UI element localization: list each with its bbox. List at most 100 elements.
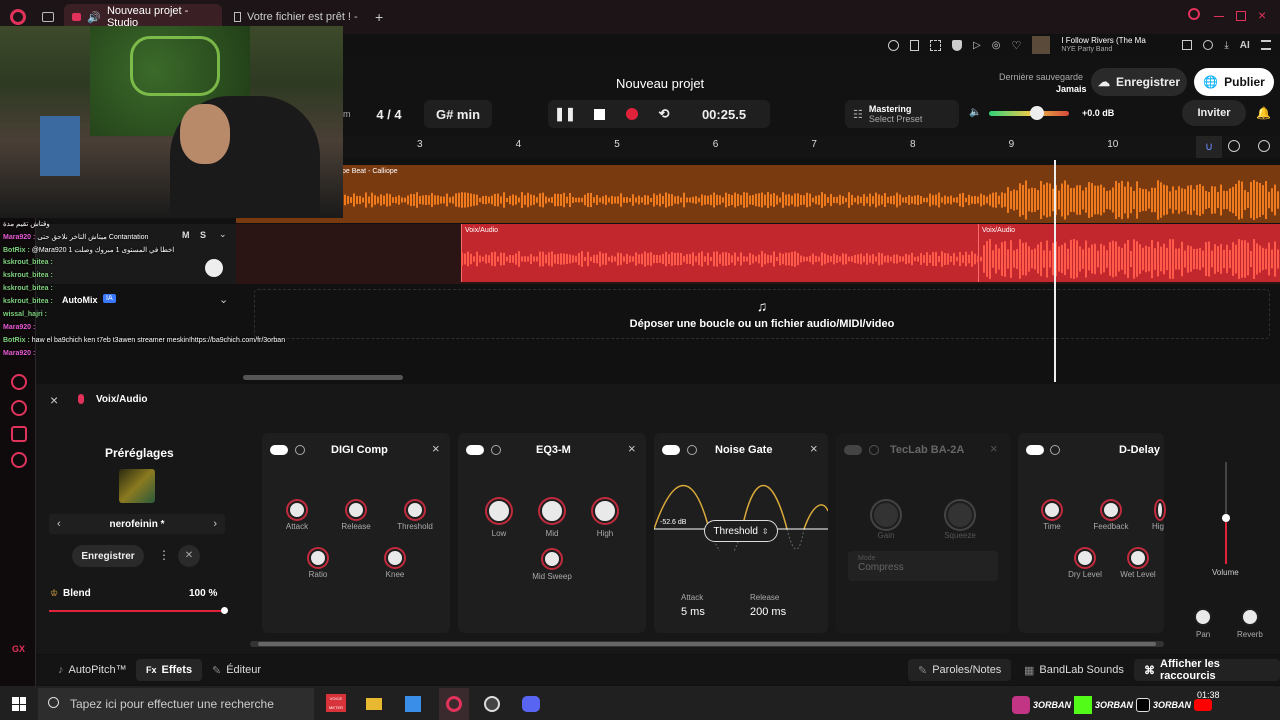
next-preset-icon[interactable]: ›	[213, 518, 217, 530]
stop-button[interactable]	[582, 108, 616, 120]
volume-speaker-icon[interactable]: 🔈	[969, 107, 981, 118]
feedback-knob[interactable]	[1102, 501, 1120, 519]
tab-bandlab-sounds[interactable]: ▦ BandLab Sounds	[1014, 659, 1134, 681]
bpm-suffix[interactable]: m	[343, 109, 351, 119]
horizontal-scrollbar[interactable]	[243, 375, 403, 380]
mastering-button[interactable]: ☷ Mastering Select Preset	[845, 100, 959, 128]
pin-icon[interactable]	[910, 39, 919, 51]
time-signature[interactable]: 4 / 4	[360, 100, 418, 128]
save-button[interactable]: ☁ Enregistrer	[1091, 68, 1187, 96]
pan-knob[interactable]	[1194, 608, 1212, 626]
taskbar-search[interactable]: Tapez ici pour effectuer une recherche	[38, 688, 314, 720]
remove-effect-icon[interactable]: ×	[990, 441, 998, 456]
attack-knob[interactable]	[288, 501, 306, 519]
master-volume-slider[interactable]	[989, 106, 1069, 120]
magnet-icon[interactable]: ∪	[1196, 136, 1222, 158]
mute-button[interactable]: M	[182, 230, 190, 240]
volume-fader-handle[interactable]	[1222, 514, 1230, 522]
voice-track-lane[interactable]: Voix/Audio Voix/Audio	[236, 224, 1280, 284]
dry-level-knob[interactable]	[1076, 549, 1094, 567]
reset-icon[interactable]: ✕	[178, 545, 200, 567]
attack-value[interactable]: 5 ms	[681, 606, 705, 618]
mode-dropdown[interactable]: Mode Compress	[848, 551, 998, 581]
remove-effect-icon[interactable]: ×	[432, 441, 440, 456]
squeeze-knob[interactable]	[946, 501, 974, 529]
invite-button[interactable]: Inviter	[1182, 100, 1246, 126]
high-knob[interactable]	[1156, 501, 1164, 519]
opera-gx-taskbar-icon[interactable]	[439, 688, 469, 720]
show-shortcuts-button[interactable]: ⌘ Afficher les raccourcis	[1134, 658, 1280, 682]
loop-button[interactable]: ⟲	[648, 106, 680, 122]
remove-effect-icon[interactable]: ×	[628, 441, 636, 456]
info-icon[interactable]	[491, 445, 501, 455]
automix-expand-icon[interactable]: ⌄	[219, 293, 228, 306]
master-volume-handle[interactable]	[1030, 106, 1044, 120]
voicemeeter-icon[interactable]: VOICE METER	[326, 694, 346, 712]
sidebar-extensions-icon[interactable]	[11, 426, 27, 442]
teclab-toggle[interactable]	[844, 445, 862, 455]
playhead[interactable]	[1054, 160, 1056, 382]
digi-comp-toggle[interactable]	[270, 445, 288, 455]
close-panel-icon[interactable]: ×	[50, 392, 58, 408]
sidebar-settings-icon[interactable]	[11, 452, 27, 468]
maximize-icon[interactable]	[1236, 11, 1246, 21]
notifications-icon[interactable]: 🔔	[1256, 106, 1271, 120]
record-button[interactable]	[616, 108, 648, 120]
ratio-knob[interactable]	[309, 549, 327, 567]
download-icon[interactable]: ⤓	[1224, 40, 1228, 51]
low-knob[interactable]	[487, 499, 511, 523]
zoom-icon[interactable]	[888, 39, 899, 51]
publish-button[interactable]: 🌐 Publier	[1194, 68, 1274, 96]
discord-icon[interactable]	[522, 696, 540, 712]
screenshot-icon[interactable]	[930, 39, 941, 51]
wet-level-knob[interactable]	[1129, 549, 1147, 567]
preset-selector[interactable]: ‹ nerofeinin * ›	[49, 514, 225, 534]
reverb-knob[interactable]	[1241, 608, 1259, 626]
preset-save-button[interactable]: Enregistrer	[72, 545, 144, 567]
file-explorer-icon[interactable]	[366, 698, 382, 710]
knee-knob[interactable]	[386, 549, 404, 567]
time-knob[interactable]	[1043, 501, 1061, 519]
blend-handle[interactable]	[221, 607, 228, 614]
timeline-ruler[interactable]: 3 4 5 6 7 8 9 10 ∪	[236, 136, 1280, 158]
search-icon[interactable]	[1188, 8, 1200, 20]
zoom-out-icon[interactable]	[1228, 140, 1240, 152]
zoom-in-icon[interactable]	[1258, 140, 1270, 152]
more-options-icon[interactable]: ⋮	[158, 548, 170, 562]
release-value[interactable]: 200 ms	[750, 606, 786, 618]
d-delay-toggle[interactable]	[1026, 445, 1044, 455]
tab-autopitch[interactable]: ♪ AutoPitch™	[48, 659, 137, 681]
mid-sweep-knob[interactable]	[543, 550, 561, 568]
threshold-knob[interactable]	[406, 501, 424, 519]
track-collapse-icon[interactable]: ⌄	[219, 229, 227, 240]
obs-icon[interactable]	[484, 696, 500, 712]
menu-icon[interactable]	[1260, 40, 1271, 50]
tab-paroles[interactable]: ✎ Paroles/Notes	[908, 659, 1012, 681]
close-icon[interactable]: ×	[1258, 7, 1266, 23]
info-icon[interactable]	[295, 445, 305, 455]
tab-effets[interactable]: Fx Effets	[136, 659, 203, 681]
track-pan-knob[interactable]	[205, 259, 223, 277]
account-icon[interactable]	[1203, 40, 1214, 50]
beat-track-region[interactable]: pe Beat - Calliope	[236, 165, 1280, 223]
info-icon[interactable]	[687, 445, 697, 455]
gain-knob[interactable]	[872, 501, 900, 529]
prev-preset-icon[interactable]: ‹	[57, 518, 61, 530]
opera-logo-icon[interactable]	[10, 9, 26, 25]
minimize-icon[interactable]	[1214, 16, 1224, 17]
fx-scrollbar-thumb[interactable]	[258, 642, 1156, 646]
remove-effect-icon[interactable]: ×	[810, 441, 818, 456]
mid-knob[interactable]	[540, 499, 564, 523]
new-tab-icon[interactable]: +	[375, 9, 383, 25]
sidebar-music-icon[interactable]	[11, 374, 27, 390]
ai-button[interactable]: AI	[1240, 40, 1250, 51]
solo-button[interactable]: S	[200, 230, 206, 240]
extensions-icon[interactable]	[1182, 40, 1193, 50]
blend-slider[interactable]	[49, 607, 228, 614]
eq3m-toggle[interactable]	[466, 445, 484, 455]
windows-start-icon[interactable]	[12, 697, 26, 711]
noise-gate-toggle[interactable]	[662, 445, 680, 455]
tab-list-icon[interactable]	[42, 12, 54, 22]
volume-fader-track[interactable]	[1222, 462, 1230, 564]
drop-zone[interactable]: ♫ Déposer une boucle ou un fichier audio…	[254, 289, 1270, 339]
